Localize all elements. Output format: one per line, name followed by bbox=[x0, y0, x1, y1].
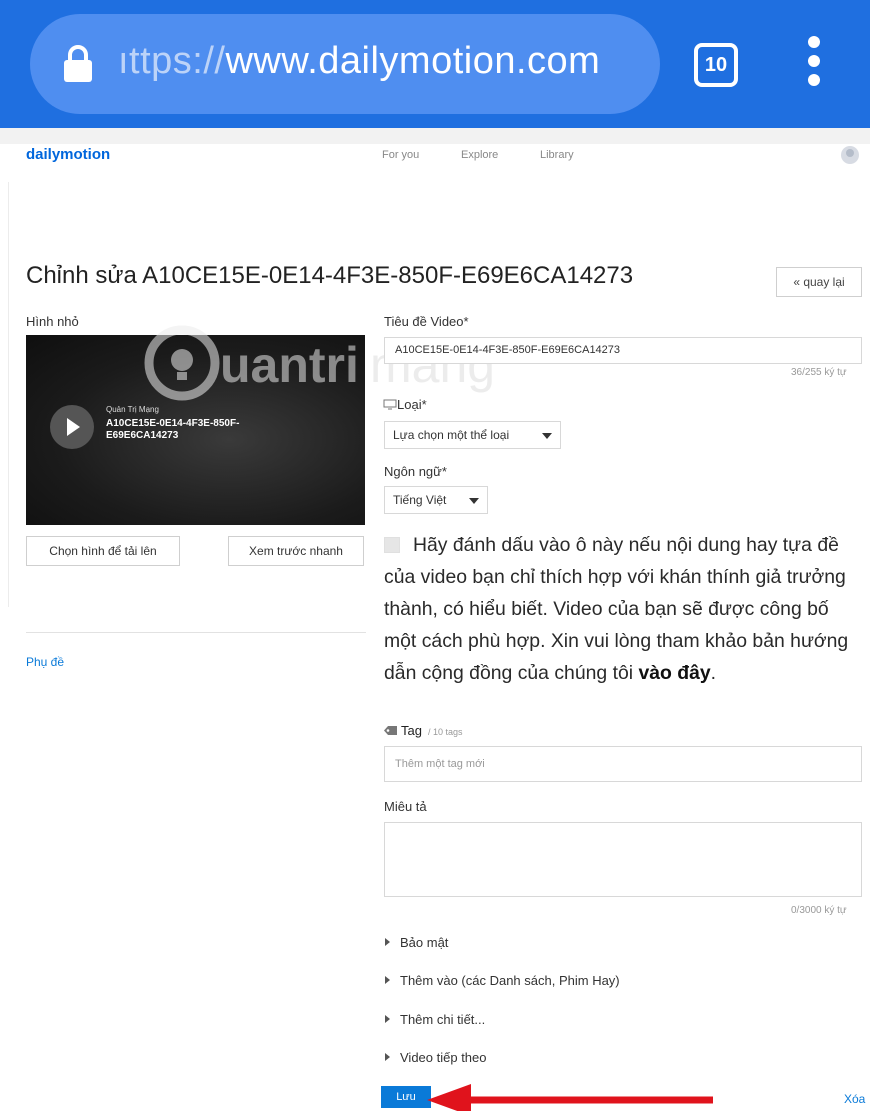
guidelines-link[interactable]: vào đây bbox=[638, 662, 710, 684]
subtitles-link[interactable]: Phụ đề bbox=[26, 655, 64, 669]
triangle-right-icon bbox=[385, 938, 390, 946]
mature-content-description: Hãy đánh dấu vào ô này nếu nội dung hay … bbox=[384, 529, 854, 689]
chevron-down-icon bbox=[469, 498, 479, 504]
lock-icon bbox=[64, 45, 92, 82]
thumbnail-video-title: A10CE15E-0E14-4F3E-850F-E69E6CA14273 bbox=[106, 418, 240, 441]
url-scheme: ıttps:// bbox=[118, 40, 226, 82]
category-label-text: Loại* bbox=[397, 397, 427, 412]
divider bbox=[26, 632, 366, 633]
language-select[interactable]: Tiếng Việt bbox=[384, 486, 488, 514]
browser-toolbar: ıttps://www.dailymotion.com 10 bbox=[0, 0, 870, 128]
url-domain: www.dailymotion.com bbox=[225, 40, 601, 82]
tab-count-icon[interactable]: 10 bbox=[694, 43, 738, 87]
expander-label: Bảo mật bbox=[400, 935, 449, 950]
expander-add-to[interactable]: Thêm vào (các Danh sách, Phim Hay) bbox=[385, 973, 620, 988]
chevron-down-icon bbox=[542, 433, 552, 439]
nav-explore[interactable]: Explore bbox=[461, 149, 498, 161]
language-label: Ngôn ngữ* bbox=[384, 464, 447, 479]
category-select[interactable]: Lựa chọn một thể loại bbox=[384, 421, 561, 449]
dailymotion-logo[interactable]: dailymotion bbox=[26, 146, 110, 163]
tag-label: Tag / 10 tags bbox=[383, 723, 463, 738]
thumbnail-label: Hình nhỏ bbox=[26, 314, 79, 329]
video-title-label: Tiêu đề Video* bbox=[384, 314, 469, 329]
mature-text-body: Hãy đánh dấu vào ô này nếu nội dung hay … bbox=[384, 534, 849, 684]
description-textarea[interactable] bbox=[384, 822, 862, 897]
site-header bbox=[0, 128, 870, 182]
tag-label-text: Tag bbox=[401, 723, 422, 738]
expander-label: Thêm chi tiết... bbox=[400, 1012, 486, 1027]
delete-link[interactable]: Xóa bbox=[844, 1092, 865, 1106]
video-title-input[interactable]: A10CE15E-0E14-4F3E-850F-E69E6CA14273 bbox=[384, 337, 862, 364]
play-icon[interactable] bbox=[50, 405, 94, 449]
tag-limit: / 10 tags bbox=[427, 727, 463, 737]
language-select-value: Tiếng Việt bbox=[393, 493, 447, 507]
triangle-right-icon bbox=[385, 976, 390, 984]
expander-label: Thêm vào (các Danh sách, Phim Hay) bbox=[400, 973, 620, 988]
expander-label: Video tiếp theo bbox=[400, 1050, 487, 1065]
triangle-right-icon bbox=[385, 1053, 390, 1061]
tag-input[interactable]: Thêm một tag mới bbox=[384, 746, 862, 782]
divider bbox=[8, 182, 9, 607]
title-char-counter: 36/255 ký tự bbox=[791, 367, 847, 378]
mature-text-end: . bbox=[710, 662, 717, 684]
category-label: Loại* bbox=[383, 397, 427, 412]
url-text[interactable]: ıttps://www.dailymotion.com bbox=[118, 40, 600, 83]
expander-more-details[interactable]: Thêm chi tiết... bbox=[385, 1012, 485, 1027]
category-select-value: Lựa chọn một thể loại bbox=[393, 428, 510, 442]
nav-for-you[interactable]: For you bbox=[382, 149, 419, 161]
page-title: Chỉnh sửa A10CE15E-0E14-4F3E-850F-E69E6C… bbox=[26, 262, 634, 289]
save-button[interactable]: Lưu bbox=[381, 1086, 431, 1108]
description-char-counter: 0/3000 ký tự bbox=[791, 905, 847, 916]
expander-next-video[interactable]: Video tiếp theo bbox=[385, 1050, 487, 1065]
quick-preview-button[interactable]: Xem trước nhanh bbox=[228, 536, 364, 566]
triangle-right-icon bbox=[385, 1015, 390, 1023]
monitor-icon bbox=[383, 399, 397, 410]
expander-privacy[interactable]: Bảo mật bbox=[385, 935, 448, 950]
back-button[interactable]: « quay lại bbox=[776, 267, 862, 297]
thumbnail-channel: Quản Trị Mạng bbox=[106, 405, 159, 414]
overflow-menu-icon[interactable] bbox=[803, 36, 825, 94]
avatar[interactable] bbox=[841, 146, 859, 164]
video-thumbnail[interactable]: Quản Trị Mạng A10CE15E-0E14-4F3E-850F-E6… bbox=[26, 335, 365, 525]
description-label: Miêu tả bbox=[384, 799, 427, 814]
tag-icon bbox=[384, 726, 397, 735]
annotation-arrow-icon bbox=[427, 1084, 713, 1111]
upload-thumbnail-button[interactable]: Chọn hình để tải lên bbox=[26, 536, 180, 566]
nav-library[interactable]: Library bbox=[540, 149, 574, 161]
